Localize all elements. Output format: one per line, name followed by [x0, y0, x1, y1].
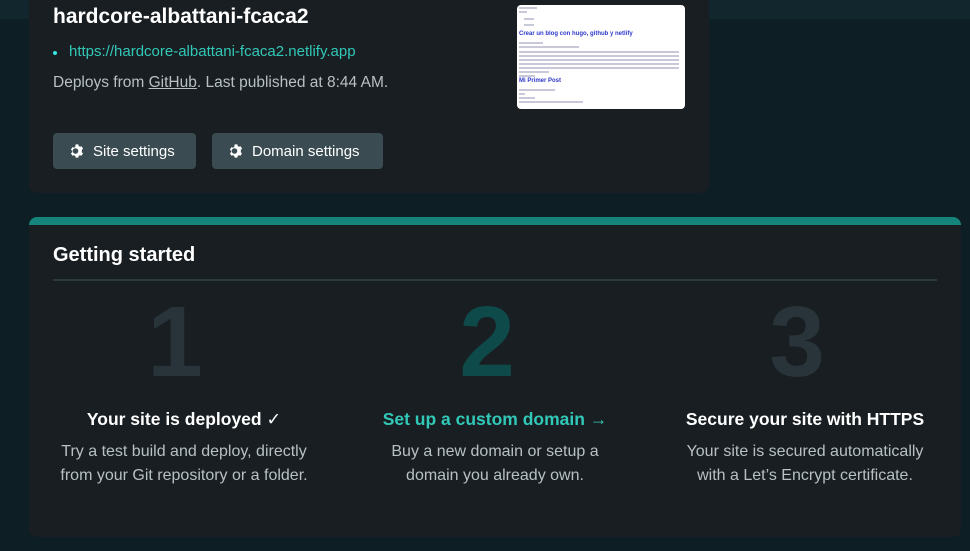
preview-line [519, 67, 679, 69]
divider [53, 279, 937, 281]
preview-line [519, 63, 679, 65]
preview-line [519, 51, 679, 53]
preview-line [524, 18, 534, 20]
step-1-desc-line: from your Git repository or a folder. [60, 467, 308, 484]
preview-line [519, 71, 549, 73]
preview-line [519, 75, 535, 77]
preview-line [519, 97, 535, 99]
custom-domain-link[interactable]: Set up a custom domain → [345, 409, 645, 430]
step-2-number: 2 [459, 286, 515, 398]
step-1-description: Try a test build and deploy, directly fr… [34, 440, 334, 488]
gear-icon [70, 144, 84, 158]
site-preview-thumbnail[interactable]: Crear un blog con hugo, github y netlify… [517, 5, 685, 109]
preview-post-title: Mi Primer Post [519, 78, 562, 84]
step-2-desc-line: Buy a new domain or setup a [391, 443, 599, 460]
step-2-desc-line: domain you already own. [406, 467, 584, 484]
preview-line [519, 93, 525, 95]
deploy-prefix: Deploys from [53, 74, 149, 91]
preview-line [519, 7, 537, 9]
step-3-number: 3 [769, 286, 825, 398]
status-dot [53, 51, 57, 55]
gear-icon [229, 144, 243, 158]
site-settings-label: Site settings [93, 142, 175, 160]
preview-line [519, 11, 527, 13]
card-accent-bar [29, 217, 961, 225]
preview-line [519, 59, 679, 61]
preview-line [519, 89, 555, 91]
preview-line [519, 46, 579, 48]
step-3-desc-line: with a Let’s Encrypt certificate. [697, 467, 913, 484]
preview-line [524, 24, 534, 26]
deploy-suffix: . Last published at 8:44 AM. [196, 74, 389, 91]
step-1-desc-line: Try a test build and deploy, directly [61, 443, 307, 460]
domain-settings-button[interactable]: Domain settings [212, 133, 383, 169]
step-3-description: Your site is secured automatically with … [655, 440, 955, 488]
preview-line [519, 101, 583, 103]
domain-settings-label: Domain settings [252, 142, 360, 160]
site-settings-button[interactable]: Site settings [53, 133, 196, 169]
step-3-title: Secure your site with HTTPS [685, 409, 925, 429]
preview-line [519, 55, 679, 57]
getting-started-title: Getting started [53, 244, 196, 266]
preview-line [519, 42, 543, 44]
preview-post-title: Crear un blog con hugo, github y netlify [519, 31, 633, 37]
step-1-number: 1 [147, 286, 203, 398]
deploy-info: Deploys from GitHub. Last published at 8… [53, 74, 388, 92]
step-2-description: Buy a new domain or setup a domain you a… [345, 440, 645, 488]
site-url-link[interactable]: https://hardcore-albattani-fcaca2.netlif… [69, 43, 356, 60]
github-link[interactable]: GitHub [149, 74, 197, 91]
step-1-title: Your site is deployed ✓ [86, 409, 282, 429]
step-3-desc-line: Your site is secured automatically [686, 443, 924, 460]
site-name: hardcore-albattani-fcaca2 [53, 5, 309, 28]
